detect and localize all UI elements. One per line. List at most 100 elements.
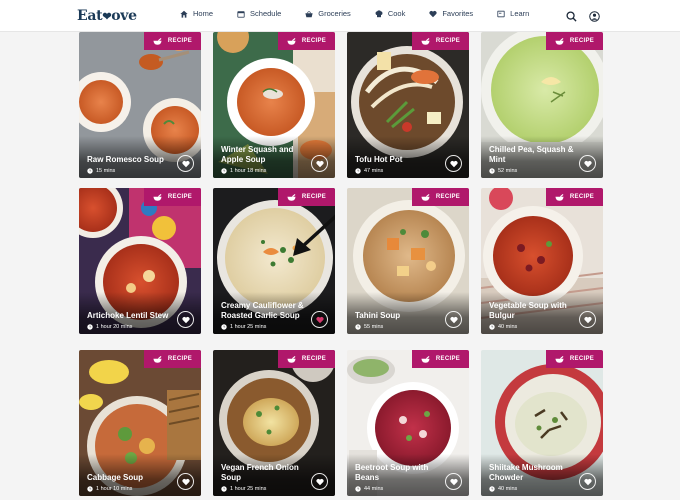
recipe-badge-label: RECIPE bbox=[167, 356, 193, 362]
main-nav: Home Schedule Groceries Cook Favorites L… bbox=[180, 9, 553, 18]
recipe-time: 40 mins bbox=[489, 324, 517, 330]
mortar-pestle-icon bbox=[153, 193, 162, 201]
recipe-card[interactable]: RECIPE Creamy Cauliflower & Roasted Garl… bbox=[213, 188, 335, 334]
recipe-badge-label: RECIPE bbox=[167, 194, 193, 200]
recipe-card[interactable]: RECIPE Vegetable Soup with Bulgur 40 min… bbox=[481, 188, 603, 334]
recipe-badge: RECIPE bbox=[278, 188, 335, 206]
recipe-time-text: 1 hour 20 mins bbox=[96, 324, 133, 330]
favorite-button[interactable] bbox=[177, 473, 194, 490]
nav-groceries[interactable]: Groceries bbox=[305, 9, 351, 18]
recipe-badge: RECIPE bbox=[278, 350, 335, 368]
account-icon[interactable] bbox=[589, 9, 600, 27]
nav-learn[interactable]: Learn bbox=[497, 9, 529, 18]
clock-icon bbox=[489, 486, 495, 492]
recipe-card[interactable]: RECIPE Artichoke Lentil Stew 1 hour 20 m… bbox=[79, 188, 201, 334]
brand-name-right: ove bbox=[111, 8, 137, 24]
recipe-badge-label: RECIPE bbox=[435, 38, 461, 44]
favorite-button[interactable] bbox=[579, 311, 596, 328]
recipe-badge: RECIPE bbox=[412, 32, 469, 50]
recipe-badge-label: RECIPE bbox=[435, 356, 461, 362]
clock-icon bbox=[221, 324, 227, 330]
recipe-card[interactable]: RECIPE Raw Romesco Soup 15 mins bbox=[79, 32, 201, 178]
nav-home[interactable]: Home bbox=[180, 9, 213, 18]
recipe-time: 1 hour 25 mins bbox=[221, 324, 266, 330]
recipe-badge: RECIPE bbox=[144, 188, 201, 206]
nav-favorites-label: Favorites bbox=[442, 9, 474, 18]
clock-icon bbox=[87, 486, 93, 492]
recipe-title: Cabbage Soup bbox=[87, 472, 144, 482]
nav-schedule-label: Schedule bbox=[250, 9, 282, 18]
recipe-time: 47 mins bbox=[355, 168, 383, 174]
heart-icon bbox=[583, 478, 592, 485]
recipe-time: 1 hour 25 mins bbox=[221, 486, 266, 492]
mortar-pestle-icon bbox=[555, 37, 564, 45]
recipe-badge: RECIPE bbox=[412, 188, 469, 206]
favorite-button[interactable] bbox=[311, 155, 328, 172]
recipe-title: Chilled Pea, Squash & Mint bbox=[489, 145, 574, 164]
recipe-time: 1 hour 10 mins bbox=[87, 486, 132, 492]
brand-logo[interactable]: Eat❤ove bbox=[77, 8, 137, 24]
search-icon[interactable] bbox=[566, 9, 577, 27]
recipe-badge: RECIPE bbox=[278, 32, 335, 50]
favorite-button[interactable] bbox=[177, 311, 194, 328]
recipe-time-text: 52 mins bbox=[498, 168, 518, 174]
recipe-badge-label: RECIPE bbox=[569, 356, 595, 362]
clock-icon bbox=[355, 486, 361, 492]
recipe-badge-label: RECIPE bbox=[569, 38, 595, 44]
recipe-title: Creamy Cauliflower & Roasted Garlic Soup bbox=[221, 301, 304, 320]
recipe-title: Tahini Soup bbox=[355, 310, 401, 320]
recipe-badge: RECIPE bbox=[144, 32, 201, 50]
nav-groceries-label: Groceries bbox=[318, 9, 351, 18]
clock-icon bbox=[489, 168, 495, 174]
recipe-card[interactable]: RECIPE Winter Squash and Apple Soup 1 ho… bbox=[213, 32, 335, 178]
heart-icon bbox=[315, 160, 324, 167]
favorite-button[interactable] bbox=[445, 473, 462, 490]
mortar-pestle-icon bbox=[421, 355, 430, 363]
favorite-button[interactable] bbox=[579, 155, 596, 172]
recipe-title: Winter Squash and Apple Soup bbox=[221, 145, 294, 164]
nav-cook[interactable]: Cook bbox=[375, 9, 405, 18]
recipe-card[interactable]: RECIPE Tahini Soup 55 mins bbox=[347, 188, 469, 334]
recipe-title: Artichoke Lentil Stew bbox=[87, 310, 169, 320]
recipe-badge: RECIPE bbox=[144, 350, 201, 368]
favorite-button[interactable] bbox=[311, 311, 328, 328]
recipe-time: 1 hour 20 mins bbox=[87, 324, 132, 330]
mortar-pestle-icon bbox=[153, 37, 162, 45]
recipe-badge: RECIPE bbox=[412, 350, 469, 368]
heart-icon bbox=[449, 160, 458, 167]
recipe-time-text: 1 hour 18 mins bbox=[230, 168, 267, 174]
book-icon bbox=[497, 10, 505, 18]
recipe-badge-label: RECIPE bbox=[301, 38, 327, 44]
calendar-icon bbox=[237, 10, 245, 18]
recipe-card[interactable]: RECIPE Tofu Hot Pot 47 mins bbox=[347, 32, 469, 178]
favorite-button[interactable] bbox=[311, 473, 328, 490]
recipe-time: 40 mins bbox=[489, 486, 517, 492]
mortar-pestle-icon bbox=[555, 355, 564, 363]
heart-icon bbox=[583, 160, 592, 167]
recipe-badge-label: RECIPE bbox=[569, 194, 595, 200]
recipe-time-text: 40 mins bbox=[498, 324, 518, 330]
favorite-button[interactable] bbox=[445, 311, 462, 328]
nav-learn-label: Learn bbox=[510, 9, 530, 18]
recipe-badge-label: RECIPE bbox=[167, 38, 193, 44]
favorite-button[interactable] bbox=[579, 473, 596, 490]
home-icon bbox=[180, 10, 188, 18]
recipe-card[interactable]: RECIPE Beetroot Soup with Beans 44 mins bbox=[347, 350, 469, 496]
heart-icon bbox=[429, 10, 437, 18]
recipe-card[interactable]: RECIPE Chilled Pea, Squash & Mint 52 min… bbox=[481, 32, 603, 178]
recipe-card[interactable]: RECIPE Shiitake Mushroom Chowder 40 mins bbox=[481, 350, 603, 496]
nav-favorites[interactable]: Favorites bbox=[429, 9, 473, 18]
clock-icon bbox=[87, 168, 93, 174]
basket-icon bbox=[305, 10, 313, 18]
favorite-button[interactable] bbox=[177, 155, 194, 172]
clock-icon bbox=[221, 486, 227, 492]
recipe-badge: RECIPE bbox=[546, 350, 603, 368]
recipe-badge: RECIPE bbox=[546, 32, 603, 50]
heart-icon bbox=[449, 478, 458, 485]
recipe-card[interactable]: RECIPE Vegan French Onion Soup 1 hour 25… bbox=[213, 350, 335, 496]
clock-icon bbox=[355, 168, 361, 174]
nav-schedule[interactable]: Schedule bbox=[237, 9, 281, 18]
recipe-card[interactable]: RECIPE Cabbage Soup 1 hour 10 mins bbox=[79, 350, 201, 496]
brand-heart-glyph: ❤ bbox=[102, 10, 112, 23]
favorite-button[interactable] bbox=[445, 155, 462, 172]
